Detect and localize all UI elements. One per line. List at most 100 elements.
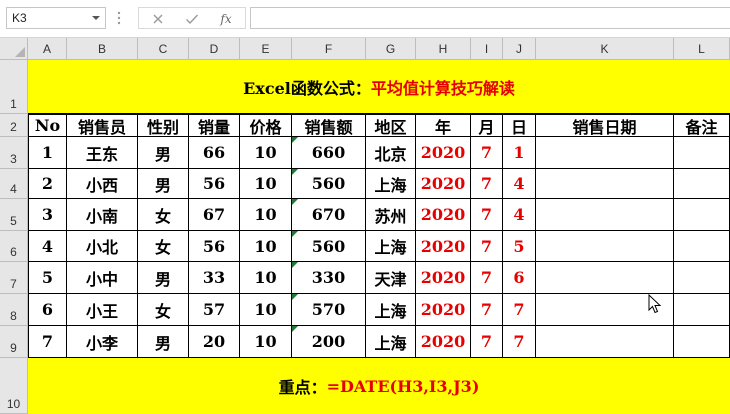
cell-c9[interactable]: 男 — [138, 326, 189, 358]
cell-l9[interactable] — [674, 326, 730, 358]
cell-l5[interactable] — [674, 199, 730, 231]
cell-i6[interactable]: 7 — [471, 231, 503, 262]
column-header-i[interactable]: I — [471, 38, 503, 60]
cell-c3[interactable]: 男 — [138, 137, 189, 169]
header-cell-l[interactable]: 备注 — [674, 114, 730, 137]
cell-d8[interactable]: 57 — [189, 294, 240, 326]
header-cell-k[interactable]: 销售日期 — [536, 114, 674, 137]
cell-a3[interactable]: 1 — [28, 137, 67, 169]
cell-c5[interactable]: 女 — [138, 199, 189, 231]
cell-e6[interactable]: 10 — [240, 231, 292, 262]
cell-h8[interactable]: 2020 — [416, 294, 471, 326]
cell-i4[interactable]: 7 — [471, 169, 503, 199]
cell-i7[interactable]: 7 — [471, 262, 503, 294]
cell-l6[interactable] — [674, 231, 730, 262]
row-header-2[interactable]: 2 — [0, 114, 28, 137]
cell-i3[interactable]: 7 — [471, 137, 503, 169]
cell-j4[interactable]: 4 — [503, 169, 536, 199]
header-cell-b[interactable]: 销售员 — [67, 114, 138, 137]
cell-l8[interactable] — [674, 294, 730, 326]
cell-g6[interactable]: 上海 — [366, 231, 416, 262]
cell-d3[interactable]: 66 — [189, 137, 240, 169]
cell-l4[interactable] — [674, 169, 730, 199]
cell-d7[interactable]: 33 — [189, 262, 240, 294]
header-cell-f[interactable]: 销售额 — [292, 114, 366, 137]
cell-f3[interactable]: 660 — [292, 137, 366, 169]
cell-d5[interactable]: 67 — [189, 199, 240, 231]
cell-i5[interactable]: 7 — [471, 199, 503, 231]
select-all-corner[interactable] — [0, 38, 28, 60]
cell-b9[interactable]: 小李 — [67, 326, 138, 358]
cell-b8[interactable]: 小王 — [67, 294, 138, 326]
cell-b5[interactable]: 小南 — [67, 199, 138, 231]
grip-dots-icon[interactable] — [116, 10, 122, 26]
cell-h7[interactable]: 2020 — [416, 262, 471, 294]
cell-f7[interactable]: 330 — [292, 262, 366, 294]
cell-b6[interactable]: 小北 — [67, 231, 138, 262]
cell-e5[interactable]: 10 — [240, 199, 292, 231]
cell-c7[interactable]: 男 — [138, 262, 189, 294]
cell-g3[interactable]: 北京 — [366, 137, 416, 169]
row-header-10[interactable]: 10 — [0, 358, 28, 414]
cell-f9[interactable]: 200 — [292, 326, 366, 358]
column-header-g[interactable]: G — [366, 38, 416, 60]
cell-j3[interactable]: 1 — [503, 137, 536, 169]
title-banner[interactable]: Excel函数公式： 平均值计算技巧解读 — [28, 60, 730, 114]
column-header-b[interactable]: B — [67, 38, 138, 60]
column-header-a[interactable]: A — [28, 38, 67, 60]
cell-j5[interactable]: 4 — [503, 199, 536, 231]
header-cell-g[interactable]: 地区 — [366, 114, 416, 137]
row-header-6[interactable]: 6 — [0, 231, 28, 262]
name-box[interactable]: K3 — [6, 7, 106, 29]
cell-k3[interactable] — [536, 137, 674, 169]
header-cell-a[interactable]: No — [28, 114, 67, 137]
cell-d9[interactable]: 20 — [189, 326, 240, 358]
cell-k5[interactable] — [536, 199, 674, 231]
cell-i8[interactable]: 7 — [471, 294, 503, 326]
cell-e8[interactable]: 10 — [240, 294, 292, 326]
header-cell-d[interactable]: 销量 — [189, 114, 240, 137]
row-header-3[interactable]: 3 — [0, 137, 28, 169]
cell-g5[interactable]: 苏州 — [366, 199, 416, 231]
cell-d4[interactable]: 56 — [189, 169, 240, 199]
cell-a5[interactable]: 3 — [28, 199, 67, 231]
cell-b3[interactable]: 王东 — [67, 137, 138, 169]
cell-e7[interactable]: 10 — [240, 262, 292, 294]
cell-j6[interactable]: 5 — [503, 231, 536, 262]
row-header-9[interactable]: 9 — [0, 326, 28, 358]
row-header-1[interactable]: 1 — [0, 60, 28, 114]
cell-k6[interactable] — [536, 231, 674, 262]
cell-e3[interactable]: 10 — [240, 137, 292, 169]
cell-j8[interactable]: 7 — [503, 294, 536, 326]
cell-k4[interactable] — [536, 169, 674, 199]
cell-e9[interactable]: 10 — [240, 326, 292, 358]
cell-d6[interactable]: 56 — [189, 231, 240, 262]
cell-a4[interactable]: 2 — [28, 169, 67, 199]
header-cell-i[interactable]: 月 — [471, 114, 503, 137]
cell-f8[interactable]: 570 — [292, 294, 366, 326]
cell-c4[interactable]: 男 — [138, 169, 189, 199]
column-header-d[interactable]: D — [189, 38, 240, 60]
cell-f4[interactable]: 560 — [292, 169, 366, 199]
cell-i9[interactable]: 7 — [471, 326, 503, 358]
column-header-f[interactable]: F — [292, 38, 366, 60]
insert-function-button[interactable]: fx — [215, 10, 237, 28]
cell-g7[interactable]: 天津 — [366, 262, 416, 294]
column-header-h[interactable]: H — [416, 38, 471, 60]
cell-f6[interactable]: 560 — [292, 231, 366, 262]
cell-l3[interactable] — [674, 137, 730, 169]
row-header-5[interactable]: 5 — [0, 199, 28, 231]
column-header-l[interactable]: L — [674, 38, 730, 60]
cell-h3[interactable]: 2020 — [416, 137, 471, 169]
cell-b7[interactable]: 小中 — [67, 262, 138, 294]
cell-g4[interactable]: 上海 — [366, 169, 416, 199]
cell-e4[interactable]: 10 — [240, 169, 292, 199]
cell-g9[interactable]: 上海 — [366, 326, 416, 358]
cancel-button[interactable] — [147, 10, 169, 28]
cell-l7[interactable] — [674, 262, 730, 294]
formula-input[interactable] — [250, 7, 730, 29]
cell-a6[interactable]: 4 — [28, 231, 67, 262]
row-header-4[interactable]: 4 — [0, 169, 28, 199]
header-cell-e[interactable]: 价格 — [240, 114, 292, 137]
row-header-8[interactable]: 8 — [0, 294, 28, 326]
